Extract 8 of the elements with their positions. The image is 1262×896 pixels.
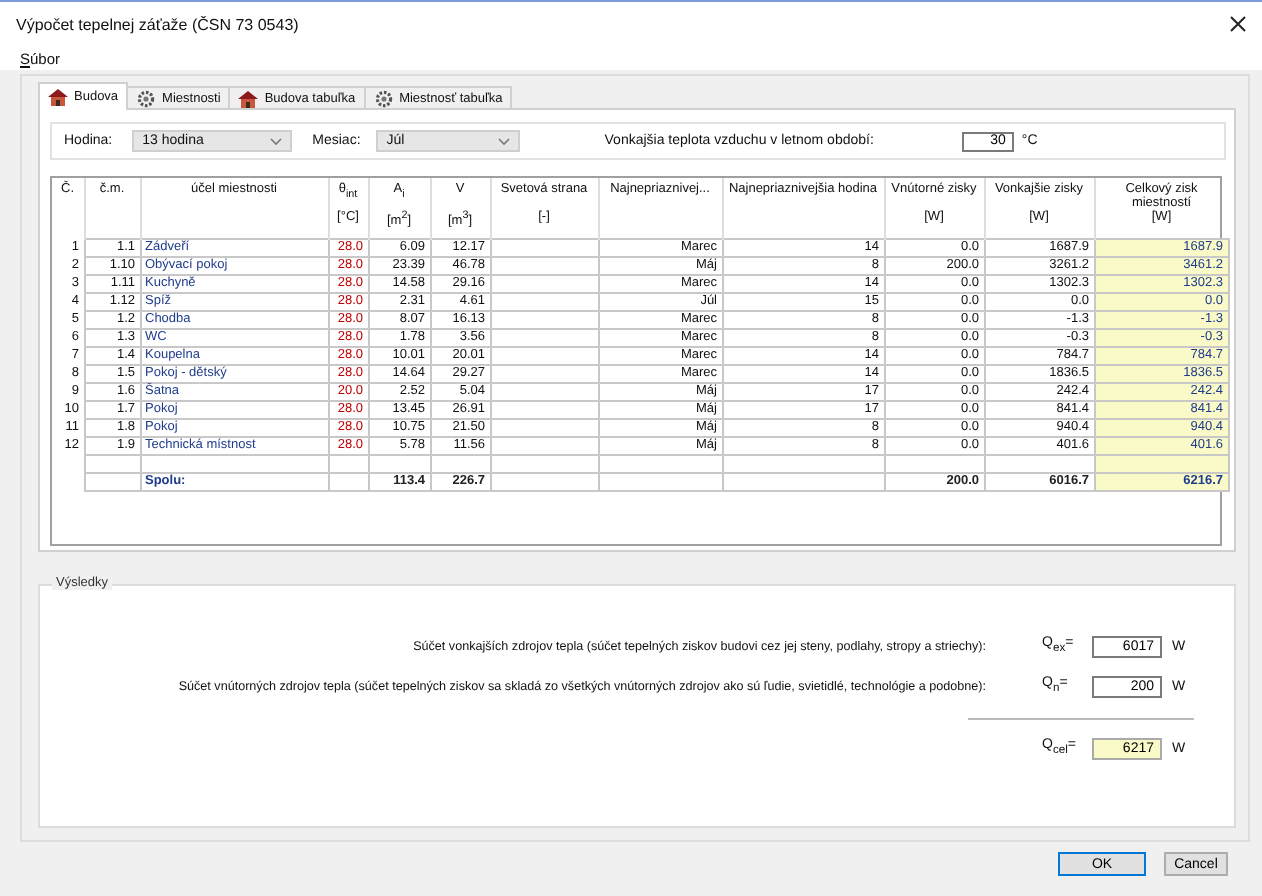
house-icon (238, 90, 259, 108)
gear-icon (373, 90, 394, 108)
gear-icon (136, 90, 157, 108)
chevron-icon (498, 137, 511, 145)
house-icon (48, 88, 68, 106)
chevron-icon (270, 137, 283, 145)
close-icon[interactable] (1230, 16, 1246, 32)
window-title: Výpočet tepelnej záťaže (ČSN 73 0543) (16, 15, 299, 33)
